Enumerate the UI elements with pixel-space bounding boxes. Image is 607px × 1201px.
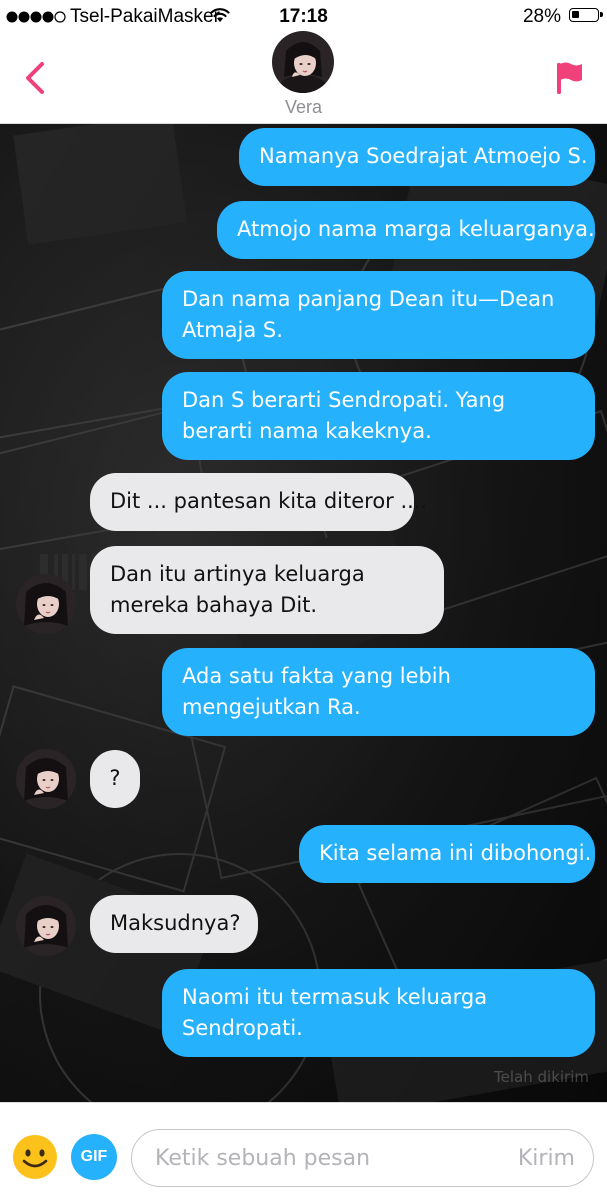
chat-area[interactable]: Namanya Soedrajat Atmoejo S. Atmojo nama… <box>0 124 607 1102</box>
emoji-button[interactable] <box>12 1134 58 1180</box>
sender-avatar[interactable] <box>16 574 76 634</box>
contact-name: Vera <box>284 97 323 117</box>
message-bubble-outgoing[interactable]: Atmojo nama marga keluarganya. <box>217 201 595 259</box>
message-bubble-outgoing[interactable]: Naomi itu termasuk keluarga Sendropati. <box>162 969 595 1057</box>
message-bubble-outgoing[interactable]: Dan S berarti Sendropati. Yang berarti n… <box>162 372 595 460</box>
send-button[interactable]: Kirim <box>518 1146 575 1171</box>
gif-button[interactable]: GIF <box>71 1134 117 1180</box>
message-bubble-incoming[interactable]: ? <box>90 750 140 808</box>
message-bubble-outgoing[interactable]: Kita selama ini dibohongi. <box>299 825 595 883</box>
message-bubble-outgoing[interactable]: Ada satu fakta yang lebih mengejutkan Ra… <box>162 648 595 736</box>
delivery-status: Telah dikirim <box>494 1068 589 1086</box>
message-composer: GIF Ketik sebuah pesan Kirim <box>0 1102 607 1201</box>
report-button[interactable] <box>553 60 585 96</box>
message-input[interactable]: Ketik sebuah pesan Kirim <box>131 1129 594 1187</box>
sender-avatar[interactable] <box>16 896 76 956</box>
sender-avatar[interactable] <box>16 749 76 809</box>
message-bubble-outgoing[interactable]: Dan nama panjang Dean itu—Dean Atmaja S. <box>162 271 595 359</box>
message-bubble-outgoing[interactable]: Namanya Soedrajat Atmoejo S. <box>239 128 595 186</box>
status-time: 17:18 <box>279 6 328 27</box>
message-bubble-incoming[interactable]: Dit ... pantesan kita diteror .... <box>90 473 427 531</box>
status-bar: Tsel-PakaiMasker 17:18 28% <box>0 0 607 34</box>
message-input-placeholder: Ketik sebuah pesan <box>155 1146 371 1171</box>
chevron-left-icon <box>26 62 44 94</box>
chat-header: Vera <box>0 31 607 124</box>
message-bubble-incoming[interactable]: Dan itu artinya keluarga mereka bahaya D… <box>90 546 444 634</box>
battery-icon <box>569 8 603 22</box>
back-button[interactable] <box>18 58 54 98</box>
message-bubble-incoming[interactable]: Maksudnya? <box>90 895 258 953</box>
battery-percentage: 28% <box>522 6 561 27</box>
smiley-icon <box>13 1135 57 1179</box>
contact-avatar[interactable] <box>272 31 334 93</box>
flag-icon <box>557 62 582 94</box>
